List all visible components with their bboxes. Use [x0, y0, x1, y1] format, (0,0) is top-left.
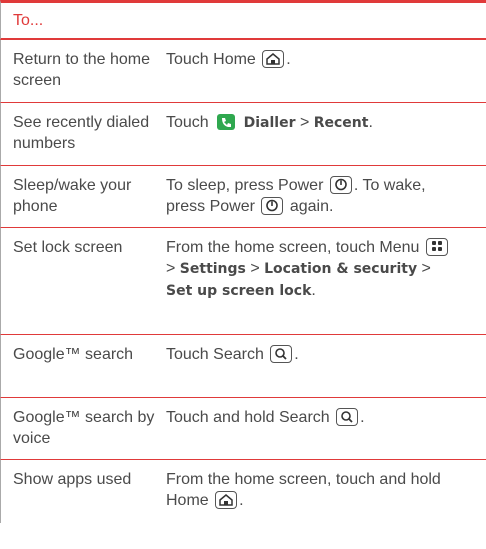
table-row: Google™ search Touch Search .: [0, 335, 486, 398]
table-row: Set lock screen From the home screen, to…: [0, 228, 486, 335]
quick-actions-table: To... Return to the home screen Touch Ho…: [0, 0, 486, 523]
action-instruction: Touch and hold Search .: [166, 408, 365, 426]
search-key-icon: [336, 408, 359, 426]
home-key-icon: [262, 50, 285, 68]
table-header: To...: [0, 0, 486, 40]
menu-key-icon: [425, 238, 448, 256]
action-label: See recently dialed numbers: [13, 114, 150, 152]
action-instruction: Touch Search .: [166, 345, 299, 363]
power-key-icon: [329, 176, 352, 194]
action-label: Return to the home screen: [13, 51, 150, 89]
action-label: Google™ search by voice: [13, 409, 155, 447]
home-key-icon: [215, 491, 238, 509]
table-row: Return to the home screen Touch Home .: [0, 40, 486, 103]
action-label: Sleep/wake your phone: [13, 177, 132, 215]
power-key-icon: [261, 197, 284, 215]
table-row: Google™ search by voice Touch and hold S…: [0, 398, 486, 460]
action-instruction: To sleep, press Power . To wake, press P…: [166, 176, 426, 215]
action-label: Show apps used: [13, 471, 132, 488]
table-row: See recently dialed numbers Touch Dialle…: [0, 103, 486, 166]
dialer-app-icon: [216, 113, 236, 131]
table-row: Show apps used From the home screen, tou…: [0, 460, 486, 523]
action-label: Google™ search: [13, 346, 134, 363]
action-instruction: Touch Dialler > Recent.: [166, 113, 373, 131]
action-label: Set lock screen: [13, 239, 123, 256]
action-instruction: From the home screen, touch and hold Hom…: [166, 471, 441, 509]
action-instruction: From the home screen, touch Menu > Setti…: [166, 228, 486, 334]
search-key-icon: [270, 345, 293, 363]
action-instruction: Touch Home .: [166, 50, 291, 68]
table-row: Sleep/wake your phone To sleep, press Po…: [0, 166, 486, 228]
